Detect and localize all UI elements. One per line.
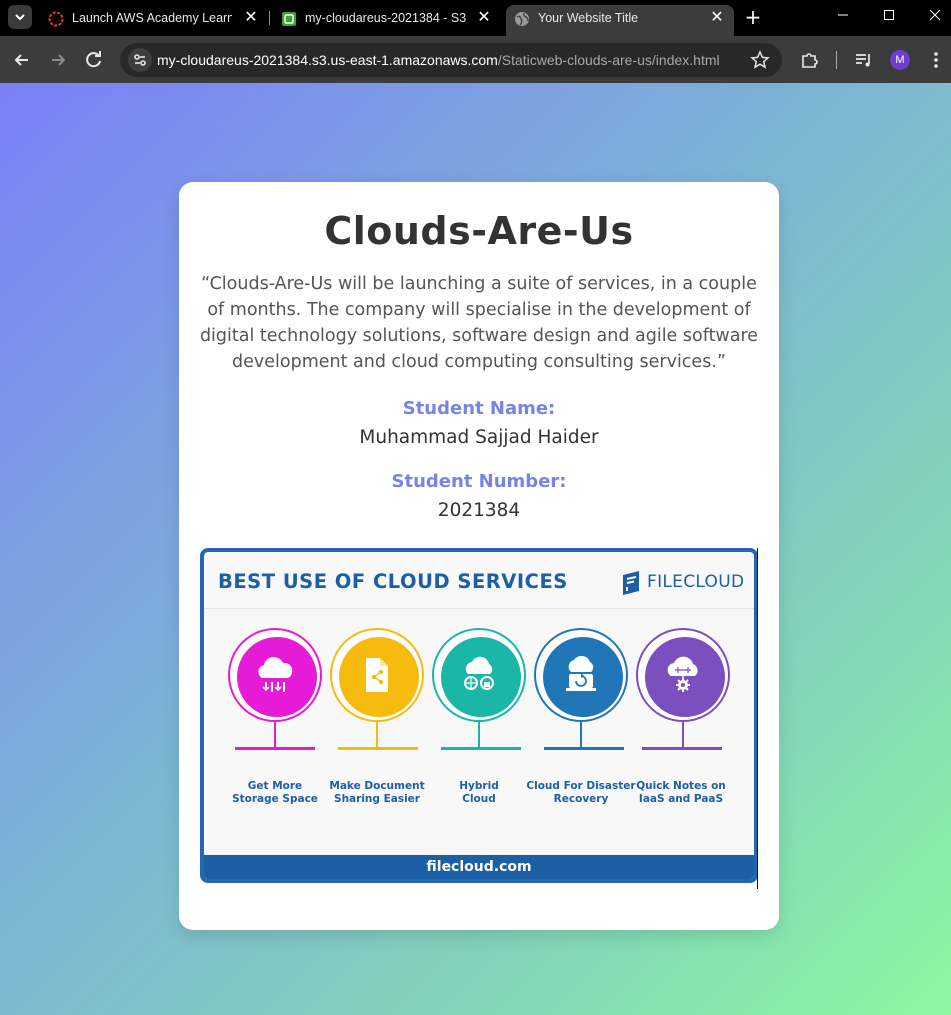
recovery-stem <box>580 722 582 747</box>
iaas-circle <box>636 628 730 722</box>
tune-icon <box>134 54 146 66</box>
minimize-icon <box>838 14 848 16</box>
more-vertical-icon <box>934 52 938 68</box>
caption-line: Quick Notes on <box>636 780 726 792</box>
filecloud-logo-icon <box>623 571 639 595</box>
caption-line: Sharing Easier <box>334 792 420 805</box>
caption-line: Recovery <box>553 792 609 805</box>
forward-button[interactable] <box>46 48 70 72</box>
cloud-services-infographic: BEST USE OF CLOUD SERVICES FILECLOUD Get… <box>200 548 758 883</box>
page-background: Clouds-Are-Us “Clouds-Are-Us will be lau… <box>0 83 951 1015</box>
document-caption: Make Document Sharing Easier <box>322 780 432 805</box>
browser-menu-button[interactable] <box>924 48 948 72</box>
cloud-download-icon <box>258 656 293 692</box>
close-window-button[interactable] <box>923 6 947 28</box>
bookmark-button[interactable] <box>750 50 770 74</box>
caption-line: Storage Space <box>232 792 318 805</box>
storage-stem <box>274 722 276 747</box>
toolbar-separator <box>836 51 837 69</box>
arrow-right-icon <box>52 54 66 66</box>
site-info-button[interactable] <box>128 48 152 72</box>
infographic-divider <box>204 608 754 609</box>
hybrid-base <box>441 747 521 750</box>
content-card: Clouds-Are-Us “Clouds-Are-Us will be lau… <box>179 182 779 930</box>
tab-s3-bucket[interactable]: my-cloudareus-2021384 - S3 b ✕ <box>273 5 501 36</box>
caption-line: Cloud For Disaster <box>526 780 636 792</box>
storage-base <box>235 747 315 750</box>
cloud-gear-icon <box>667 656 698 692</box>
infographic-footer: filecloud.com <box>204 855 754 879</box>
close-tab-icon[interactable]: ✕ <box>242 9 260 27</box>
document-share-icon <box>366 658 388 692</box>
minimize-button[interactable] <box>831 6 855 28</box>
hybrid-cloud-icon <box>464 656 495 690</box>
close-tab-icon[interactable]: ✕ <box>708 9 726 27</box>
caption-line: Get More <box>247 780 303 792</box>
caption-line: IaaS and PaaS <box>638 792 724 805</box>
filecloud-brand: FILECLOUD <box>647 572 745 592</box>
aws-academy-favicon-icon <box>48 11 64 27</box>
profile-avatar[interactable]: M <box>890 50 910 70</box>
student-number-value: 2021384 <box>437 500 521 521</box>
infographic-heading: BEST USE OF CLOUD SERVICES <box>218 570 568 593</box>
document-base <box>338 747 418 750</box>
back-button[interactable] <box>10 48 34 72</box>
media-controls-button[interactable] <box>852 48 876 72</box>
url-host: my-cloudareus-2021384.s3.us-east-1.amazo… <box>157 52 498 68</box>
caption-line: Make Document <box>329 780 425 792</box>
iaas-base <box>642 747 722 750</box>
arrow-left-icon <box>14 54 28 66</box>
address-bar[interactable]: my-cloudareus-2021384.s3.us-east-1.amazo… <box>120 43 782 77</box>
url-path: /Staticweb-clouds-are-us/index.html <box>497 52 720 68</box>
queue-music-icon <box>856 54 870 67</box>
disaster-recovery-icon <box>566 655 596 691</box>
student-name-value: Muhammad Sajjad Haider <box>359 427 599 448</box>
document-circle <box>330 628 424 722</box>
tab-title: Your Website Title <box>538 11 639 25</box>
student-name-label: Student Name: <box>402 398 556 419</box>
caption-line: Cloud <box>462 792 496 805</box>
caption-line: Hybrid <box>459 780 499 792</box>
document-stem <box>376 722 378 747</box>
hybrid-stem <box>478 722 480 747</box>
close-icon <box>929 9 941 21</box>
storage-caption: Get More Storage Space <box>220 780 330 805</box>
iaas-caption: Quick Notes on IaaS and PaaS <box>626 780 736 805</box>
tab-separator <box>269 11 270 25</box>
maximize-button[interactable] <box>877 6 901 28</box>
page-title: Clouds-Are-Us <box>324 209 634 253</box>
recovery-circle <box>534 628 628 722</box>
globe-icon <box>515 12 529 26</box>
company-quote: “Clouds-Are-Us will be launching a suite… <box>199 274 759 372</box>
tab-title: my-cloudareus-2021384 - S3 b <box>305 11 468 25</box>
reload-button[interactable] <box>82 48 106 72</box>
s3-favicon-icon <box>282 12 296 26</box>
storage-circle <box>228 628 322 722</box>
tab-search-button[interactable] <box>8 5 32 29</box>
tab-title: Launch AWS Academy Learner <box>72 11 232 25</box>
hybrid-caption: Hybrid Cloud <box>424 780 534 805</box>
tab-aws-academy[interactable]: Launch AWS Academy Learner ✕ <box>40 5 265 36</box>
star-icon <box>750 50 770 69</box>
recovery-caption: Cloud For Disaster Recovery <box>526 780 636 805</box>
chevron-down-icon <box>15 14 25 21</box>
image-edge-line <box>757 548 758 889</box>
url-text: my-cloudareus-2021384.s3.us-east-1.amazo… <box>157 52 720 68</box>
iaas-stem <box>682 722 684 747</box>
browser-toolbar: my-cloudareus-2021384.s3.us-east-1.amazo… <box>0 36 951 83</box>
hybrid-circle <box>432 628 526 722</box>
maximize-icon <box>884 10 894 20</box>
new-tab-button[interactable]: + <box>742 6 764 28</box>
recovery-base <box>544 747 624 750</box>
puzzle-icon <box>802 53 818 68</box>
student-number-label: Student Number: <box>391 471 567 492</box>
extensions-button[interactable] <box>798 48 822 72</box>
close-tab-icon[interactable]: ✕ <box>475 9 493 27</box>
tab-strip: Launch AWS Academy Learner ✕ my-cloudare… <box>0 0 951 36</box>
reload-icon <box>86 51 101 68</box>
tab-your-website[interactable]: Your Website Title ✕ <box>506 5 734 36</box>
